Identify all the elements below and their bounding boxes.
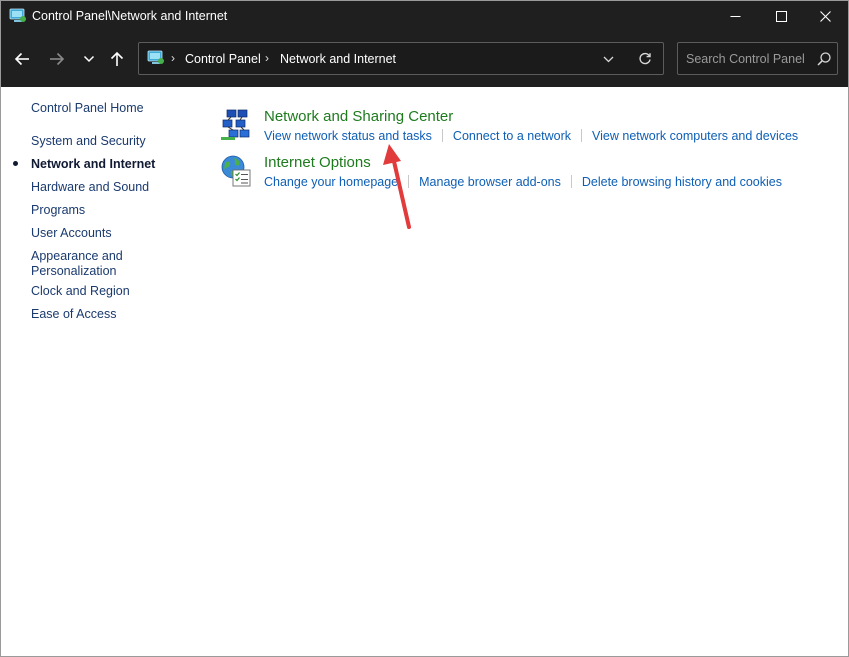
title-bar[interactable]: Control Panel\Network and Internet [1, 1, 848, 32]
sidebar-item-programs[interactable]: Programs [31, 203, 191, 218]
minimize-button[interactable] [712, 1, 758, 32]
sidebar-item-appearance-and-personalization[interactable]: Appearance and Personalization [31, 249, 131, 279]
recent-locations-button[interactable] [77, 46, 101, 72]
network-sharing-center-icon[interactable] [219, 108, 253, 142]
view-network-computers-link[interactable]: View network computers and devices [592, 129, 798, 143]
address-bar[interactable]: › Control Panel › Network and Internet [138, 42, 664, 75]
active-indicator-icon [13, 161, 18, 166]
task-divider [581, 129, 583, 142]
network-and-sharing-center-link[interactable]: Network and Sharing Center [264, 108, 453, 125]
arrow-right-icon [50, 52, 65, 66]
annotation-arrow-icon [383, 144, 411, 229]
sidebar-item-system-and-security[interactable]: System and Security [31, 134, 191, 149]
chevron-down-icon [83, 55, 95, 63]
delete-browsing-history-link[interactable]: Delete browsing history and cookies [582, 175, 782, 189]
breadcrumb-network-and-internet[interactable]: Network and Internet [280, 52, 396, 66]
breadcrumb-separator-icon[interactable]: › [265, 51, 269, 65]
close-button[interactable] [802, 1, 848, 32]
search-icon[interactable] [816, 51, 832, 67]
sidebar-item-hardware-and-sound[interactable]: Hardware and Sound [31, 180, 191, 195]
address-history-button[interactable] [599, 52, 617, 66]
change-homepage-link[interactable]: Change your homepage [264, 175, 398, 189]
internet-options-icon[interactable] [219, 154, 253, 188]
arrow-left-icon [14, 52, 29, 66]
forward-button[interactable] [45, 46, 69, 72]
sidebar-item-control-panel-home[interactable]: Control Panel Home [31, 101, 191, 116]
sidebar-item-network-and-internet[interactable]: Network and Internet [31, 157, 191, 172]
search-input[interactable] [678, 43, 808, 74]
breadcrumb-control-panel[interactable]: Control Panel [185, 52, 261, 66]
window-title: Control Panel\Network and Internet [32, 9, 228, 23]
sidebar-item-user-accounts[interactable]: User Accounts [31, 226, 191, 241]
refresh-button[interactable] [635, 50, 655, 68]
maximize-button[interactable] [758, 1, 804, 32]
search-box[interactable] [677, 42, 838, 75]
task-divider [570, 175, 572, 188]
back-button[interactable] [10, 46, 34, 72]
close-icon [819, 11, 831, 22]
minimize-icon [730, 16, 740, 17]
navigation-bar: › Control Panel › Network and Internet [1, 32, 848, 87]
task-divider [441, 129, 443, 142]
arrow-up-icon [110, 51, 124, 66]
manage-browser-addons-link[interactable]: Manage browser add-ons [419, 175, 561, 189]
control-panel-icon [147, 50, 164, 64]
maximize-icon [775, 11, 787, 22]
internet-options-link[interactable]: Internet Options [264, 154, 371, 171]
task-list: View network status and tasks Connect to … [264, 129, 798, 143]
sidebar: Control Panel Home System and Security N… [1, 87, 201, 656]
sidebar-item-ease-of-access[interactable]: Ease of Access [31, 307, 191, 322]
control-panel-window: Control Panel\Network and Internet › Con… [0, 0, 849, 657]
chevron-down-icon [603, 56, 613, 62]
up-button[interactable] [105, 46, 129, 72]
task-list: Change your homepage Manage browser add-o… [264, 175, 782, 189]
sidebar-item-clock-and-region[interactable]: Clock and Region [31, 284, 191, 299]
breadcrumb-separator-icon[interactable]: › [171, 51, 175, 65]
connect-to-network-link[interactable]: Connect to a network [453, 129, 571, 143]
refresh-icon [639, 52, 651, 65]
control-panel-icon [9, 8, 26, 22]
